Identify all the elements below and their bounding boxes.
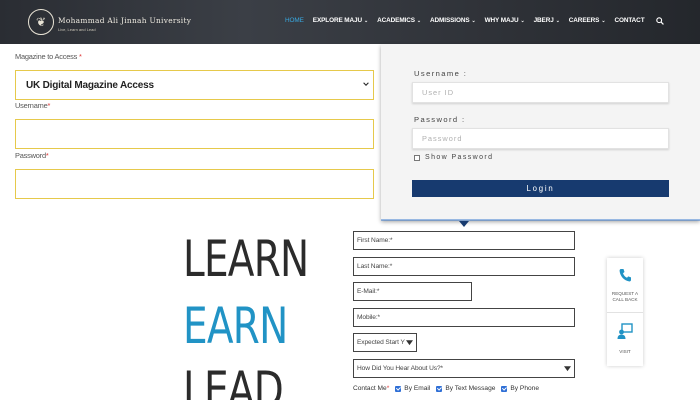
nav-item-label: CONTACT <box>614 17 645 24</box>
heard-about-select[interactable]: How Did You Hear About Us?* <box>353 359 575 378</box>
login-button[interactable]: Login <box>412 180 669 197</box>
expected-start-select[interactable]: Expected Start Y <box>353 333 417 352</box>
password-input[interactable]: Password <box>412 128 669 149</box>
top-navigation-bar: ❦ Mohammad Ali Jinnah University Live, L… <box>0 0 700 44</box>
nav-item-label: ACADEMICS <box>377 17 415 24</box>
slogan-learn: LEARN <box>183 230 309 288</box>
university-tagline: Live, Learn and Lead <box>58 27 96 32</box>
nav-item-why-maju[interactable]: WHY MAJU ⌄ <box>485 17 525 24</box>
form-pointer <box>459 221 469 227</box>
university-name[interactable]: Mohammad Ali Jinnah University <box>58 16 191 25</box>
chevron-down-icon: ⌄ <box>416 17 422 24</box>
nav-item-jberj[interactable]: JBERJ ⌄ <box>534 17 560 24</box>
nav-item-label: CAREERS <box>568 17 600 24</box>
chevron-down-icon <box>363 82 369 86</box>
email-input[interactable]: E-Mail:* <box>353 282 472 301</box>
contact-text-checkbox[interactable] <box>436 385 443 392</box>
contact-preferences: Contact Me* By Email By Text Message By … <box>353 385 539 392</box>
dropdown-arrow-icon <box>564 366 571 372</box>
visit-icon[interactable] <box>617 323 633 339</box>
nav-item-academics[interactable]: ACADEMICS ⌄ <box>377 17 421 24</box>
contact-label: Contact Me* <box>353 385 390 392</box>
nav-item-careers[interactable]: CAREERS ⌄ <box>569 17 606 24</box>
contact-text-label: By Text Message <box>445 385 496 392</box>
last-name-input[interactable]: Last Name:* <box>353 257 575 276</box>
nav-item-label: WHY MAJU <box>484 17 519 24</box>
password-label: Password* <box>15 151 49 160</box>
chevron-down-icon: ⌄ <box>555 17 560 24</box>
page: ❦ Mohammad Ali Jinnah University Live, L… <box>0 0 700 400</box>
mobile-input[interactable]: Mobile:* <box>353 308 575 327</box>
portal-username-label: Username : <box>414 69 468 78</box>
chevron-down-icon: ⌄ <box>364 17 369 24</box>
nav-item-label: JBERJ <box>533 17 554 24</box>
main-nav: HOME EXPLORE MAJU ⌄ ACADEMICS ⌄ ADMISSIONS… <box>285 17 654 24</box>
nav-item-contact[interactable]: CONTACT <box>614 17 644 24</box>
portal-password-label: Password : <box>414 115 466 124</box>
contact-phone-checkbox[interactable] <box>501 385 508 392</box>
nav-item-home[interactable]: HOME <box>285 17 304 24</box>
contact-email-checkbox[interactable] <box>395 385 402 392</box>
nav-item-label: HOME <box>285 17 304 24</box>
university-crest-icon[interactable]: ❦ <box>28 9 54 35</box>
username-label: Username* <box>15 101 51 110</box>
password-field[interactable] <box>15 169 374 199</box>
widget-divider <box>607 312 643 313</box>
chevron-down-icon: ⌄ <box>520 17 525 24</box>
show-password-label: Show Password <box>425 154 494 161</box>
contact-phone-label: By Phone <box>510 385 539 392</box>
dropdown-arrow-icon <box>406 340 413 346</box>
magazine-access-select[interactable]: UK Digital Magazine Access <box>15 70 374 100</box>
divider <box>381 219 700 221</box>
slogan-earn: EARN <box>183 297 288 355</box>
magazine-access-label: Magazine to Access * <box>15 52 82 61</box>
user-id-input[interactable]: User ID <box>412 82 669 103</box>
search-icon[interactable] <box>656 17 664 25</box>
nav-item-admissions[interactable]: ADMISSIONS ⌄ <box>430 17 476 24</box>
magazine-access-value: UK Digital Magazine Access <box>26 79 154 91</box>
nav-item-explore-maju[interactable]: EXPLORE MAJU ⌄ <box>313 17 368 24</box>
request-callback-link[interactable]: REQUEST A CALL BACK <box>607 291 643 303</box>
nav-item-label: EXPLORE MAJU <box>312 17 363 24</box>
chevron-down-icon: ⌄ <box>471 17 476 24</box>
first-name-input[interactable]: First Name:* <box>353 231 575 250</box>
phone-icon[interactable] <box>619 268 631 282</box>
contact-email-label: By Email <box>404 385 431 392</box>
chevron-down-icon: ⌄ <box>601 17 606 24</box>
show-password-checkbox[interactable] <box>414 155 420 161</box>
username-field[interactable] <box>15 119 374 149</box>
visit-link[interactable]: VISIT <box>607 349 643 355</box>
slogan-lead: LEAD <box>183 361 284 400</box>
nav-item-label: ADMISSIONS <box>430 17 470 24</box>
